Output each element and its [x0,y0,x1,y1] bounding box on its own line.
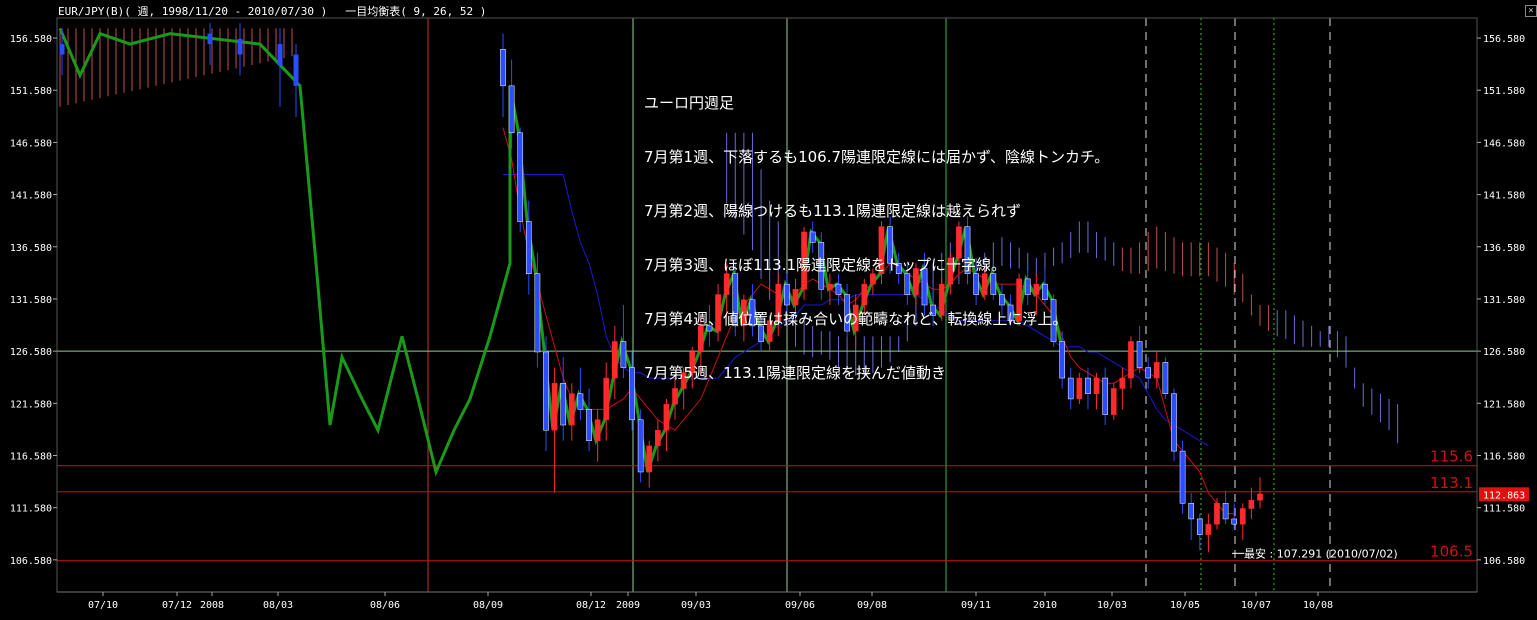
low-annotation: 最安 : 107.291 (2010/07/02) [1244,546,1398,560]
candle-body [620,341,627,368]
y-tick-label-right: 151.580 [1483,86,1525,97]
candle-body [1257,493,1263,501]
y-tick-label-right: 146.580 [1483,138,1525,149]
y-tick-label-right: 136.580 [1483,243,1525,254]
y-tick-label-right: 111.580 [1483,504,1525,515]
candle-body [1239,508,1246,525]
candle-body [525,221,532,274]
candle-body [1214,503,1220,525]
x-tick-label: 09/11 [961,600,991,611]
candle-body [237,38,243,55]
candle-body [1179,450,1186,504]
candle-body [637,419,644,473]
y-tick-label-left: 131.580 [10,295,52,306]
candle-body [577,393,584,410]
candle-body [1222,503,1229,520]
price-tag-label: 112.863 [1483,490,1525,501]
x-tick-label: 08/12 [576,600,606,611]
x-tick-label: 09/08 [857,600,887,611]
y-tick-label-left: 151.580 [10,86,52,97]
candle-body [543,351,549,431]
candle-body [586,409,592,441]
x-tick-label: 07/12 [162,600,192,611]
candle-body [1231,518,1238,525]
x-tick-label: 08/03 [263,600,293,611]
candle-body [603,377,610,421]
x-tick-label: 07/10 [88,600,118,611]
y-tick-label-left: 156.580 [10,34,52,45]
candle-body [646,445,653,473]
candle-body [277,44,283,65]
candle-body [663,403,670,431]
x-tick-label: 2008 [200,600,224,611]
candle-body [1153,362,1160,379]
h-line-label: 113.1 [1430,474,1473,492]
annotation-line: 7月第4週、値位置は揉み合いの範疇なれど、転換線上に浮上。 [644,310,1068,328]
candle-body [1162,362,1169,394]
x-tick-label: 10/08 [1303,600,1333,611]
y-tick-label-right: 131.580 [1483,295,1525,306]
y-tick-label-right: 126.580 [1483,347,1525,358]
candle-body [655,429,661,447]
y-tick-label-right: 106.580 [1483,556,1525,567]
candle-body [517,132,524,222]
x-tick-label: 09/06 [785,600,815,611]
annotation-line: 7月第5週、113.1陽連限定線を挟んだ値動き [644,364,947,382]
y-tick-label-left: 116.580 [10,451,52,462]
annotation-line: 7月第3週、ほぼ113.1陽連限定線をトップに十字線。 [644,256,1007,274]
candle-body [1136,341,1143,368]
candle-body [1110,388,1117,415]
y-tick-label-left: 141.580 [10,191,52,202]
annotation-line: ユーロ円週足 [644,94,735,112]
y-tick-label-left: 126.580 [10,347,52,358]
y-tick-label-right: 141.580 [1483,191,1525,202]
y-tick-label-left: 136.580 [10,243,52,254]
h-line-label: 106.5 [1430,543,1473,561]
x-tick-label: 08/09 [473,600,503,611]
y-tick-label-right: 121.580 [1483,399,1525,410]
candle-body [1196,518,1203,535]
h-line-label: 115.6 [1430,448,1473,466]
candle-body [611,341,618,379]
candle-body [1188,503,1195,520]
candle-body [59,44,65,55]
candle-body [594,419,601,441]
candle-body [551,383,558,431]
y-tick-label-right: 156.580 [1483,34,1525,45]
annotation-line: 7月第1週、下落するも106.7陽連限定線には届かず、陰線トンカチ。 [644,148,1110,166]
candle-body [1145,367,1152,379]
x-tick-label: 10/03 [1097,600,1127,611]
candle-body [1205,523,1212,535]
candle-body [560,383,567,426]
x-tick-label: 09/03 [681,600,711,611]
x-tick-label: 2010 [1033,600,1057,611]
y-tick-label-left: 121.580 [10,399,52,410]
annotation-line: 7月第2週、陽線つけるも113.1陽連限定線は越えられず [644,202,1022,220]
y-tick-label-left: 146.580 [10,138,52,149]
candle-body [207,33,213,45]
candle-body [629,367,635,421]
candle-body [1128,341,1134,379]
y-tick-label-right: 116.580 [1483,451,1525,462]
x-tick-label: 10/07 [1241,600,1271,611]
candle-body [534,273,541,353]
y-tick-label-left: 106.580 [10,556,52,567]
candle-body [500,49,506,87]
candle-body [293,54,299,86]
x-tick-label: 08/06 [370,600,400,611]
x-tick-label: 10/05 [1170,600,1200,611]
x-tick-label: 2009 [616,600,640,611]
candle-body [1171,393,1177,452]
y-tick-label-left: 111.580 [10,504,52,515]
candle-body [508,85,515,134]
candle-body [1119,377,1126,389]
candle-body [1248,499,1255,509]
candle-body [568,393,575,426]
annotation-text: ユーロ円週足 7月第1週、下落するも106.7陽連限定線には届かず、陰線トンカチ… [644,58,1109,400]
